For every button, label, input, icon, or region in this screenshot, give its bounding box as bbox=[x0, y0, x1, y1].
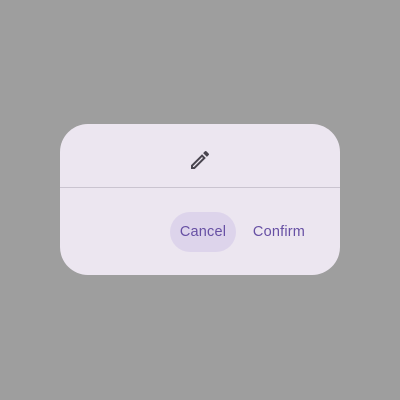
cancel-button[interactable]: Cancel bbox=[170, 212, 236, 252]
dialog-divider bbox=[60, 187, 340, 188]
confirm-button[interactable]: Confirm bbox=[244, 212, 314, 252]
edit-dialog bbox=[60, 124, 340, 275]
pencil-edit-icon bbox=[188, 148, 212, 172]
